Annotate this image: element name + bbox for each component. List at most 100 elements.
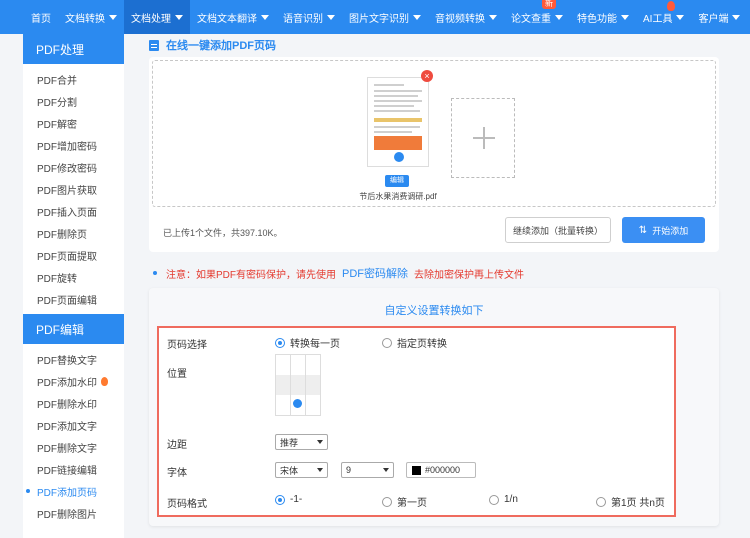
file-thumbnail — [367, 77, 429, 167]
fire-icon — [667, 1, 675, 11]
add-file-plus-icon[interactable] — [451, 98, 515, 178]
font-size-select[interactable]: 9 — [341, 462, 394, 478]
nav-ocr[interactable]: 图片文字识别 — [342, 0, 428, 34]
font-label: 字体 — [167, 468, 187, 479]
nav-home[interactable]: 首页 — [24, 0, 58, 34]
nav-label: 特色功能 — [577, 13, 617, 25]
radio-checked-icon — [275, 337, 285, 348]
nav-client[interactable]: 客户端 — [691, 0, 747, 34]
font-color-value: #000000 — [425, 465, 461, 475]
nav-label: AI工具 — [643, 13, 673, 25]
sidebar-item-delete-image[interactable]: PDF删除图片 — [23, 502, 124, 524]
sidebar-item-extract-images[interactable]: PDF图片获取 — [23, 178, 124, 200]
sidebar-item-add-password[interactable]: PDF增加密码 — [23, 134, 124, 156]
radio-label: 1/n — [504, 494, 518, 505]
chevron-down-icon — [317, 468, 323, 472]
margin-select[interactable]: 推荐 — [275, 434, 328, 450]
chevron-down-icon — [327, 14, 335, 20]
radio-label: 第1页 共n页 — [611, 498, 665, 509]
nav-speech[interactable]: 语音识别 — [276, 0, 342, 34]
settings-title: 自定义设置转换如下 — [384, 305, 484, 317]
sidebar-group-title: PDF处理 — [23, 34, 124, 64]
sidebar-item-decrypt[interactable]: PDF解密 — [23, 112, 124, 134]
nav-label: 文档文本翻译 — [197, 13, 257, 25]
position-grid[interactable] — [275, 354, 321, 416]
margin-select-value: 推荐 — [280, 437, 299, 448]
radio-unchecked-icon — [596, 496, 606, 507]
font-select[interactable]: 宋体 — [275, 462, 328, 478]
nav-features[interactable]: 特色功能 — [570, 0, 636, 34]
sidebar-item-remove-watermark[interactable]: PDF删除水印 — [23, 392, 124, 414]
sidebar-item-add-watermark[interactable]: PDF添加水印 — [23, 370, 124, 392]
radio-unchecked-icon — [382, 337, 392, 348]
sidebar: PDF处理 PDF合并 PDF分割 PDF解密 PDF增加密码 PDF修改密码 … — [23, 34, 124, 538]
sidebar-item-change-password[interactable]: PDF修改密码 — [23, 156, 124, 178]
nav-label: 文档转换 — [65, 13, 105, 25]
settings-panel: 自定义设置转换如下 页码选择 转换每一页 指定页转换 位置 边距 推荐 字体 宋… — [149, 288, 719, 526]
radio-specific-page[interactable]: 指定页转换 — [382, 335, 447, 350]
upload-status: 已上传1个文件，共397.10K。 — [163, 228, 283, 238]
radio-every-page[interactable]: 转换每一页 — [275, 335, 340, 350]
file-name: 节后水果消费调研.pdf — [359, 192, 437, 201]
sidebar-list: PDF合并 PDF分割 PDF解密 PDF增加密码 PDF修改密码 PDF图片获… — [23, 64, 124, 310]
radio-format-chinese[interactable]: 第一页 — [382, 494, 427, 509]
sidebar-item-delete-text[interactable]: PDF删除文字 — [23, 436, 124, 458]
position-marker — [293, 399, 302, 408]
start-button[interactable]: ⇅ 开始添加 — [622, 217, 705, 243]
file-dropzone[interactable]: × 编辑 节后水果消费调研.pdf — [152, 60, 716, 207]
radio-label: 指定页转换 — [397, 339, 447, 350]
nav-translate[interactable]: 文档文本翻译 — [190, 0, 276, 34]
radio-unchecked-icon — [382, 496, 392, 507]
active-dot — [26, 489, 30, 493]
radio-checked-icon — [275, 494, 285, 505]
sidebar-item-merge[interactable]: PDF合并 — [23, 68, 124, 90]
font-select-value: 宋体 — [280, 465, 299, 476]
sidebar-item-delete-page[interactable]: PDF删除页 — [23, 222, 124, 244]
sidebar-item-add-text[interactable]: PDF添加文字 — [23, 414, 124, 436]
remove-file-button[interactable]: × — [421, 70, 433, 82]
font-size-value: 9 — [346, 465, 352, 475]
chevron-down-icon — [413, 14, 421, 20]
sidebar-item-label: PDF添加页码 — [37, 487, 97, 499]
swap-icon: ⇅ — [638, 224, 648, 236]
nav-plagiarism[interactable]: 论文查重 新 — [504, 0, 570, 34]
sidebar-item-extract-page[interactable]: PDF页面提取 — [23, 244, 124, 266]
radio-format-fraction[interactable]: 1/n — [489, 494, 518, 505]
chevron-down-icon — [621, 14, 629, 20]
sidebar-item-label: PDF添加水印 — [37, 377, 97, 389]
sidebar-item-insert-page[interactable]: PDF插入页面 — [23, 200, 124, 222]
page-title: 在线一键添加PDF页码 — [149, 37, 276, 53]
radio-label: 转换每一页 — [290, 339, 340, 350]
chevron-down-icon — [109, 14, 117, 20]
nav-label: 音视频转换 — [435, 13, 485, 25]
page-select-label: 页码选择 — [167, 340, 207, 351]
chevron-down-icon — [175, 14, 183, 20]
nav-doc-process[interactable]: 文档处理 — [124, 0, 190, 34]
color-swatch — [412, 465, 421, 475]
radio-format-dash[interactable]: -1- — [275, 494, 302, 505]
sidebar-item-link-edit[interactable]: PDF链接编辑 — [23, 458, 124, 480]
sidebar-item-replace-text[interactable]: PDF替换文字 — [23, 348, 124, 370]
settings-box: 页码选择 转换每一页 指定页转换 位置 边距 推荐 字体 宋体 9 #00000… — [157, 326, 676, 517]
chevron-down-icon — [489, 14, 497, 20]
nav-doc-convert[interactable]: 文档转换 — [58, 0, 124, 34]
document-icon — [149, 39, 159, 51]
decrypt-link[interactable]: PDF密码解除 — [342, 265, 408, 281]
edit-file-button[interactable]: 编辑 — [385, 175, 409, 187]
format-label: 页码格式 — [167, 499, 207, 510]
chevron-down-icon — [732, 14, 741, 20]
nav-label: 论文查重 — [511, 13, 551, 25]
sidebar-item-rotate[interactable]: PDF旋转 — [23, 266, 124, 288]
fire-icon — [101, 376, 108, 386]
sidebar-item-add-page-number[interactable]: PDF添加页码 — [23, 480, 124, 502]
continue-add-button[interactable]: 继续添加（批量转换） — [505, 217, 611, 243]
nav-label: 图片文字识别 — [349, 13, 409, 25]
font-color-picker[interactable]: #000000 — [406, 462, 476, 478]
nav-av[interactable]: 音视频转换 — [428, 0, 504, 34]
sidebar-item-page-edit[interactable]: PDF页面编辑 — [23, 288, 124, 310]
nav-label: 首页 — [31, 13, 51, 25]
radio-format-total[interactable]: 第1页 共n页 — [596, 494, 665, 509]
chevron-down-icon — [383, 468, 389, 472]
nav-ai-tools[interactable]: AI工具 — [636, 0, 691, 34]
sidebar-item-split[interactable]: PDF分割 — [23, 90, 124, 112]
